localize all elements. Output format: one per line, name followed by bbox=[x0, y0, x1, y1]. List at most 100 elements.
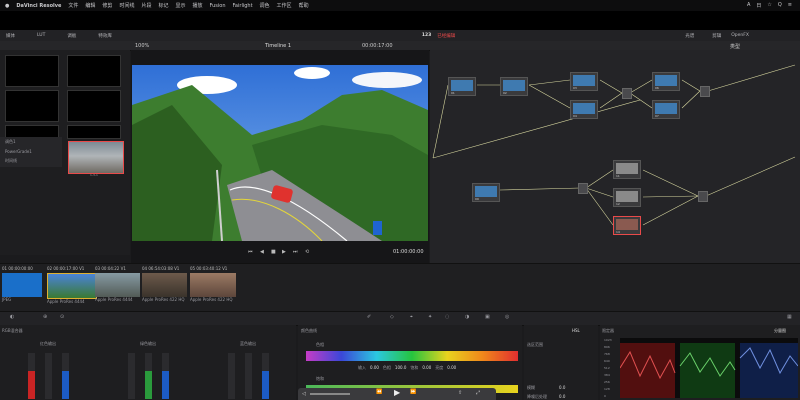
hue-gradient[interactable] bbox=[306, 351, 518, 361]
clip-5[interactable]: 05 00:03:40:12 V1 Apple ProRes 422 HQ bbox=[190, 266, 236, 308]
tab-openfx[interactable]: OpenFX bbox=[731, 33, 749, 38]
tab-effects[interactable]: 特效库 bbox=[98, 33, 112, 39]
skip-end-button[interactable]: ⏭ bbox=[293, 249, 298, 255]
green-slider[interactable] bbox=[145, 353, 152, 399]
album-item-powergrade[interactable]: PowerGrade1 bbox=[0, 147, 62, 156]
node-06[interactable]: 06 bbox=[652, 72, 680, 91]
scope-scale: 1023 896 768 640 512 384 256 128 0 bbox=[604, 338, 612, 398]
step-back-button[interactable]: ◀ bbox=[260, 249, 264, 255]
blur-value[interactable]: 0.0 bbox=[559, 385, 565, 390]
gallery-still-3[interactable] bbox=[5, 90, 59, 122]
menu-view[interactable]: 显示 bbox=[175, 2, 185, 9]
tab-palette[interactable]: 调板 bbox=[67, 33, 76, 39]
node-11[interactable]: 11 bbox=[613, 160, 641, 179]
tab-lut[interactable]: LUT bbox=[37, 33, 45, 38]
zoom-level[interactable]: 100% bbox=[135, 43, 149, 49]
menu-timeline[interactable]: 时间线 bbox=[119, 2, 134, 9]
tab-magic[interactable]: ✦ bbox=[428, 314, 432, 320]
scope-type[interactable]: 分量图 bbox=[774, 328, 786, 334]
status-icon-b[interactable]: 日 bbox=[756, 2, 761, 9]
search-icon[interactable]: Q bbox=[778, 2, 782, 9]
red-green-slider[interactable] bbox=[45, 353, 52, 399]
gallery-still-4[interactable] bbox=[67, 90, 121, 122]
skip-start-button[interactable]: ⏮ bbox=[248, 249, 253, 255]
album-item-grade[interactable]: 调色1 bbox=[0, 137, 62, 147]
node-02[interactable]: 02 bbox=[500, 77, 528, 96]
node-type-label[interactable]: 类型 bbox=[730, 43, 740, 50]
gallery-still-1[interactable] bbox=[5, 55, 59, 87]
tab-clips[interactable]: 剪辑 bbox=[712, 33, 721, 39]
volume-slider[interactable] bbox=[310, 393, 350, 395]
green-red-slider[interactable] bbox=[128, 353, 135, 399]
tab-key[interactable]: ◑ bbox=[465, 314, 469, 320]
menu-mark[interactable]: 标记 bbox=[158, 2, 168, 9]
blue-green-slider[interactable] bbox=[245, 353, 252, 399]
menu-help[interactable]: 帮助 bbox=[299, 2, 309, 9]
gallery-still-2[interactable] bbox=[67, 55, 121, 87]
play-button[interactable]: ▶ bbox=[282, 249, 286, 255]
app-name[interactable]: DaVinci Resolve bbox=[16, 3, 61, 9]
selected-still[interactable] bbox=[68, 141, 124, 174]
tab-tracker[interactable]: ⌖ bbox=[410, 314, 413, 320]
hsl-label[interactable]: HSL bbox=[572, 328, 580, 333]
node-04[interactable]: 04 bbox=[570, 100, 598, 119]
rewind-button[interactable]: ⏪ bbox=[376, 389, 382, 395]
menu-fairlight[interactable]: Fairlight bbox=[233, 3, 253, 9]
album-item-timeline[interactable]: 时间线 bbox=[0, 156, 62, 166]
tab-media[interactable]: 媒体 bbox=[6, 33, 15, 39]
menu-color[interactable]: 调色 bbox=[260, 2, 270, 9]
tab-3d[interactable]: ◎ bbox=[505, 314, 509, 320]
timeline-name[interactable]: Timeline 1 bbox=[265, 43, 291, 49]
fullscreen-button[interactable]: ⤢ bbox=[476, 390, 480, 396]
menu-trim[interactable]: 修剪 bbox=[102, 2, 112, 9]
volume-icon[interactable]: ◁ bbox=[302, 391, 306, 397]
red-slider[interactable] bbox=[28, 353, 35, 399]
gallery-still-6[interactable] bbox=[67, 125, 121, 139]
blue-slider[interactable] bbox=[262, 353, 269, 399]
node-13[interactable]: 14 bbox=[613, 216, 641, 235]
tab-curves[interactable]: ⊕ bbox=[43, 314, 47, 320]
menu-file[interactable]: 文件 bbox=[68, 2, 78, 9]
menu-clip[interactable]: 片段 bbox=[141, 2, 151, 9]
node-07[interactable]: 07 bbox=[652, 100, 680, 119]
tab-blur[interactable]: ◌ bbox=[445, 314, 449, 320]
node-09[interactable]: 09 bbox=[472, 183, 500, 202]
node-08[interactable] bbox=[700, 86, 710, 97]
qualifier-tab[interactable]: 限定器 bbox=[602, 328, 614, 334]
status-icon-c[interactable]: ☆ bbox=[767, 2, 771, 9]
clip-timeline: 01 00:00:00:00 JPEG 02 00:00:17:00 V1 Ap… bbox=[0, 263, 800, 312]
tab-mixer[interactable]: ⊙ bbox=[60, 314, 64, 320]
clip-3[interactable]: 03 00:04:22 V1 Apple ProRes 4444 bbox=[95, 266, 140, 308]
node-05[interactable] bbox=[622, 88, 632, 99]
menu-fusion[interactable]: Fusion bbox=[210, 3, 226, 9]
blue-red-slider[interactable] bbox=[228, 353, 235, 399]
node-12[interactable]: 12 bbox=[613, 188, 641, 207]
loop-button[interactable]: ⟲ bbox=[305, 249, 309, 255]
tab-spectrum[interactable]: 光谱 bbox=[685, 33, 694, 39]
status-icon-a[interactable]: A bbox=[747, 2, 750, 9]
tab-window[interactable]: ◇ bbox=[390, 314, 394, 320]
tab-sizing[interactable]: ▣ bbox=[485, 314, 490, 320]
forward-button[interactable]: ⏩ bbox=[410, 389, 416, 395]
tab-scopes[interactable]: ▦ bbox=[787, 314, 792, 320]
tab-qualifier[interactable]: ✐ bbox=[367, 314, 371, 320]
menu-playback[interactable]: 播放 bbox=[193, 2, 203, 9]
apple-icon[interactable]: ● bbox=[5, 3, 9, 9]
menu-edit[interactable]: 编辑 bbox=[85, 2, 95, 9]
clip-2[interactable]: 02 00:00:17:00 V1 Apple ProRes 4444 bbox=[47, 266, 97, 308]
node-01[interactable]: 01 bbox=[448, 77, 476, 96]
node-10[interactable] bbox=[578, 183, 588, 194]
share-button[interactable]: ⇧ bbox=[458, 390, 462, 396]
red-blue-slider[interactable] bbox=[62, 353, 69, 399]
menu-icon[interactable]: ≡ bbox=[788, 2, 792, 9]
menu-workspace[interactable]: 工作区 bbox=[277, 2, 292, 9]
stop-button[interactable]: ■ bbox=[271, 249, 276, 255]
clip-1[interactable]: 01 00:00:00:00 JPEG bbox=[2, 266, 42, 308]
node-03[interactable]: 03 bbox=[570, 72, 598, 91]
clip-4[interactable]: 04 06:54:03:08 V1 Apple ProRes 422 HQ bbox=[142, 266, 187, 308]
tab-color-wheels[interactable]: ◐ bbox=[10, 314, 14, 320]
noise-value[interactable]: 0.0 bbox=[559, 394, 565, 399]
green-blue-slider[interactable] bbox=[162, 353, 169, 399]
play-pause-button[interactable]: ▶ bbox=[394, 388, 400, 397]
node-14[interactable] bbox=[698, 191, 708, 202]
